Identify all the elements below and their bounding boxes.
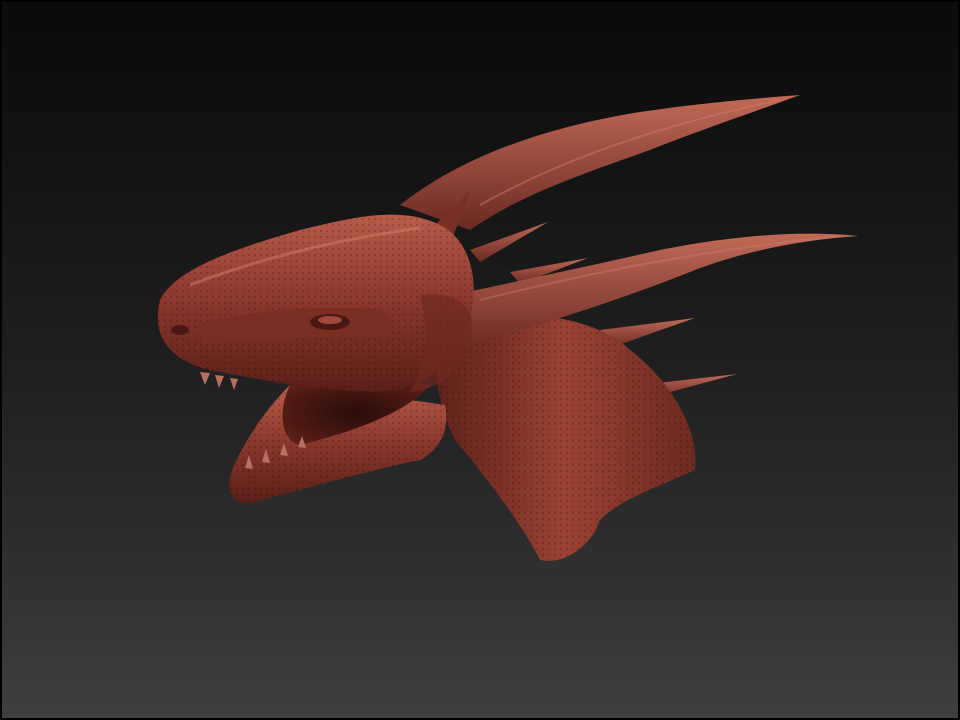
viewport-canvas[interactable] [0,0,960,720]
dragon-head-model[interactable] [0,0,960,720]
nostril [171,325,189,335]
